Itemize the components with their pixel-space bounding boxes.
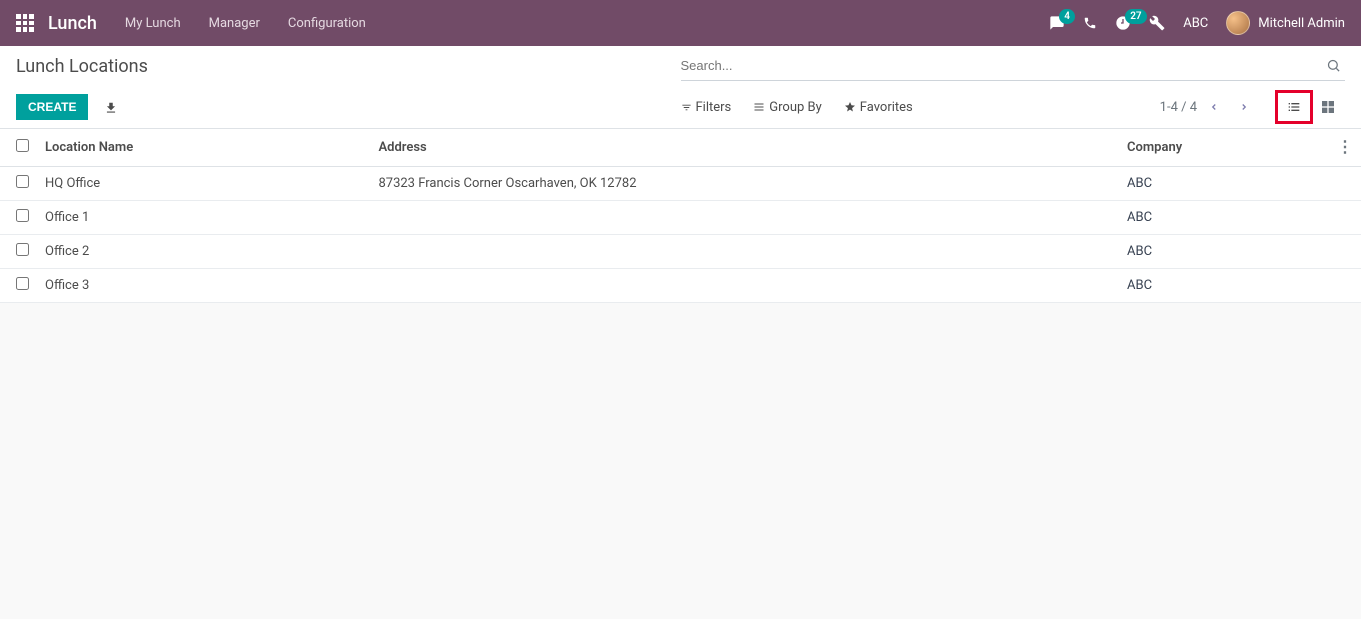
groupby-label: Group By (769, 100, 822, 115)
col-header-address[interactable]: Address (370, 129, 1119, 167)
cell-address: 87323 Francis Corner Oscarhaven, OK 1278… (370, 167, 1119, 201)
groupby-dropdown[interactable]: Group By (753, 100, 822, 115)
cell-options (1329, 269, 1361, 303)
pager-next[interactable] (1231, 96, 1257, 118)
control-panel: Lunch Locations CREATE Filters Gro (0, 46, 1361, 129)
export-button[interactable] (98, 93, 124, 120)
menu-manager[interactable]: Manager (209, 16, 260, 31)
user-menu[interactable]: Mitchell Admin (1226, 11, 1345, 35)
voip-menu[interactable] (1083, 16, 1097, 30)
pager-range[interactable]: 1-4 / 4 (1160, 100, 1197, 115)
breadcrumb: Lunch Locations (16, 56, 681, 77)
cell-address (370, 201, 1119, 235)
cell-name: HQ Office (37, 167, 370, 201)
apps-menu-icon[interactable] (16, 14, 34, 32)
row-checkbox[interactable] (16, 277, 29, 290)
list-icon (1286, 99, 1302, 115)
debug-menu[interactable] (1149, 15, 1165, 31)
activities-badge: 27 (1125, 9, 1146, 24)
cell-company: ABC (1119, 167, 1329, 201)
menu-configuration[interactable]: Configuration (288, 16, 366, 31)
chevron-right-icon (1239, 100, 1249, 114)
wrench-icon (1149, 15, 1165, 31)
cell-address (370, 269, 1119, 303)
select-all-checkbox[interactable] (16, 139, 29, 152)
locations-table: Location Name Address Company ⋮ HQ Offic… (0, 129, 1361, 303)
filter-icon (681, 102, 692, 113)
cell-company: ABC (1119, 201, 1329, 235)
cell-options (1329, 201, 1361, 235)
create-button[interactable]: CREATE (16, 94, 88, 120)
menu-my-lunch[interactable]: My Lunch (125, 16, 181, 31)
messages-badge: 4 (1059, 9, 1075, 24)
table-row[interactable]: Office 3 ABC (0, 269, 1361, 303)
row-checkbox[interactable] (16, 209, 29, 222)
search-box[interactable] (681, 51, 1346, 81)
chevron-left-icon (1209, 100, 1219, 114)
cell-options (1329, 235, 1361, 269)
column-options[interactable]: ⋮ (1337, 137, 1353, 156)
cell-name: Office 3 (37, 269, 370, 303)
table-row[interactable]: HQ Office87323 Francis Corner Oscarhaven… (0, 167, 1361, 201)
cell-company: ABC (1119, 235, 1329, 269)
avatar (1226, 11, 1250, 35)
activities-menu[interactable]: 27 (1115, 15, 1131, 31)
cell-name: Office 1 (37, 201, 370, 235)
cell-options (1329, 167, 1361, 201)
phone-icon (1083, 16, 1097, 30)
list-view: Location Name Address Company ⋮ HQ Offic… (0, 129, 1361, 303)
cell-company: ABC (1119, 269, 1329, 303)
filters-dropdown[interactable]: Filters (681, 100, 732, 115)
messaging-menu[interactable]: 4 (1049, 15, 1065, 31)
table-row[interactable]: Office 1 ABC (0, 201, 1361, 235)
list-view-button[interactable] (1277, 92, 1311, 122)
app-name[interactable]: Lunch (48, 13, 97, 34)
cell-name: Office 2 (37, 235, 370, 269)
table-row[interactable]: Office 2 ABC (0, 235, 1361, 269)
company-switcher[interactable]: ABC (1183, 16, 1208, 31)
star-icon (844, 101, 856, 113)
top-navbar: Lunch My Lunch Manager Configuration 4 2… (0, 0, 1361, 46)
row-checkbox[interactable] (16, 175, 29, 188)
groupby-icon (753, 101, 765, 113)
row-checkbox[interactable] (16, 243, 29, 256)
favorites-label: Favorites (860, 100, 913, 115)
col-header-name[interactable]: Location Name (37, 129, 370, 167)
pager-prev[interactable] (1201, 96, 1227, 118)
kanban-icon (1320, 99, 1336, 115)
user-name-label: Mitchell Admin (1258, 16, 1345, 31)
col-header-company[interactable]: Company (1119, 129, 1329, 167)
filters-label: Filters (696, 100, 732, 115)
search-icon[interactable] (1322, 58, 1345, 73)
kanban-view-button[interactable] (1311, 92, 1345, 122)
favorites-dropdown[interactable]: Favorites (844, 100, 913, 115)
cell-address (370, 235, 1119, 269)
company-name: ABC (1183, 16, 1208, 31)
search-input[interactable] (681, 58, 1323, 73)
download-icon (104, 101, 118, 115)
